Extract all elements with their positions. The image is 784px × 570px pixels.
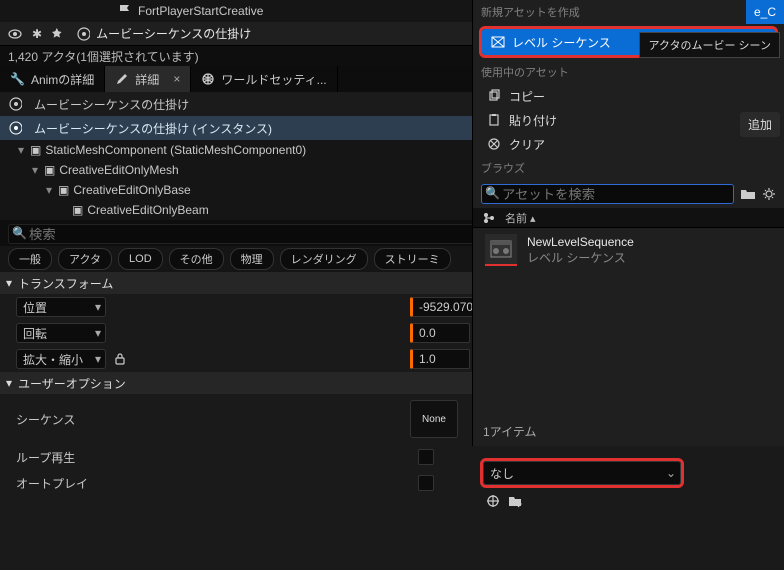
asset-type: レベル シーケンス xyxy=(527,249,634,266)
copy-item[interactable]: コピー xyxy=(473,84,784,108)
chevron-down-icon: ▾ xyxy=(95,326,101,340)
movie-device-icon xyxy=(76,27,90,41)
paste-item[interactable]: 貼り付け xyxy=(473,108,784,132)
asset-name: NewLevelSequence xyxy=(527,235,634,249)
wrench-icon: 🔧 xyxy=(10,72,25,86)
mesh-icon: ▣ xyxy=(58,183,69,197)
asset-search-input[interactable] xyxy=(481,184,734,204)
flag-icon xyxy=(118,4,132,18)
tab-details[interactable]: 詳細 × xyxy=(105,66,191,92)
scale-dropdown[interactable]: 拡大・縮小▾ xyxy=(16,349,106,369)
eye-icon[interactable] xyxy=(8,27,22,41)
level-sequence-icon xyxy=(490,34,506,50)
cat-misc[interactable]: その他 xyxy=(169,248,224,270)
lock-icon[interactable] xyxy=(114,353,126,365)
movie-device-icon xyxy=(8,97,22,111)
cat-lod[interactable]: LOD xyxy=(118,248,163,270)
chevron-down-icon: ⌄ xyxy=(666,466,676,480)
actor-name: FortPlayerStartCreative xyxy=(138,4,263,18)
section-title: ムービーシーケンスの仕掛け xyxy=(34,96,189,113)
star-icon[interactable]: ✱ xyxy=(32,27,42,41)
actor-count: 1,420 アクタ(1個選択されています) xyxy=(8,48,199,65)
chevron-down-icon: ▾ xyxy=(6,276,12,290)
sequence-label: シーケンス xyxy=(16,413,75,427)
section-current-asset: 使用中のアセット xyxy=(473,60,784,84)
asset-row[interactable]: NewLevelSequence レベル シーケンス xyxy=(473,228,784,272)
folder-icon[interactable] xyxy=(740,187,756,201)
autoplay-checkbox[interactable] xyxy=(418,475,434,491)
loop-checkbox[interactable] xyxy=(418,449,434,465)
cat-rendering[interactable]: レンダリング xyxy=(280,248,368,270)
loop-label: ループ再生 xyxy=(16,449,75,466)
use-selected-icon[interactable] xyxy=(486,494,500,508)
pencil-icon xyxy=(115,72,129,86)
asset-picker-panel: 新規アセットを作成 レベル シーケンス 使用中のアセット コピー 貼り付け クリ… xyxy=(472,0,784,446)
chevron-down-icon: ▾ xyxy=(6,376,12,390)
paste-icon xyxy=(487,113,501,127)
copy-icon xyxy=(487,89,501,103)
column-name[interactable]: 名前 ▴ xyxy=(505,210,536,226)
section-new-asset: 新規アセットを作成 xyxy=(473,0,784,24)
sequence-thumbnail[interactable]: None xyxy=(410,400,458,438)
cat-streaming[interactable]: ストリーミ xyxy=(374,248,451,270)
clear-icon xyxy=(487,137,501,151)
globe-icon xyxy=(201,72,215,86)
movie-device-icon xyxy=(8,121,22,135)
source-control-icon[interactable] xyxy=(483,212,495,224)
search-icon: 🔍 xyxy=(12,226,27,240)
sequence-dropdown[interactable]: なし ⌄ xyxy=(483,461,681,485)
mesh-icon: ▣ xyxy=(72,203,83,217)
add-button[interactable]: 追加 xyxy=(740,112,780,137)
mesh-icon: ▣ xyxy=(44,163,55,177)
section-browse: ブラウズ xyxy=(473,156,784,180)
tab-world-settings[interactable]: ワールドセッティ... xyxy=(191,66,337,92)
truncated-blue-bar: e_C xyxy=(746,0,784,24)
location-x-field[interactable]: -9529.070 xyxy=(410,297,480,317)
pin-icon[interactable] xyxy=(52,28,64,40)
location-dropdown[interactable]: 位置▾ xyxy=(16,297,106,317)
tab-anim-details[interactable]: 🔧 Animの詳細 xyxy=(0,66,105,92)
asset-thumbnail xyxy=(485,234,517,266)
clear-item[interactable]: クリア xyxy=(473,132,784,156)
autoplay-label: オートプレイ xyxy=(16,475,88,492)
tooltip: アクタのムービー シーン xyxy=(639,32,780,58)
mesh-icon: ▣ xyxy=(30,143,41,157)
cat-physics[interactable]: 物理 xyxy=(230,248,274,270)
rotation-x-field[interactable]: 0.0 xyxy=(410,323,470,343)
scale-x-field[interactable]: 1.0 xyxy=(410,349,470,369)
chevron-down-icon: ▾ xyxy=(95,300,101,314)
cat-actor[interactable]: アクタ xyxy=(58,248,112,270)
gear-icon[interactable] xyxy=(762,187,776,201)
browse-to-icon[interactable] xyxy=(508,494,522,508)
rotation-dropdown[interactable]: 回転▾ xyxy=(16,323,106,343)
chevron-down-icon: ▾ xyxy=(95,352,101,366)
item-count: 1アイテム xyxy=(473,417,784,446)
cat-general[interactable]: 一般 xyxy=(8,248,52,270)
search-icon: 🔍 xyxy=(485,186,500,200)
close-icon[interactable]: × xyxy=(173,72,180,86)
